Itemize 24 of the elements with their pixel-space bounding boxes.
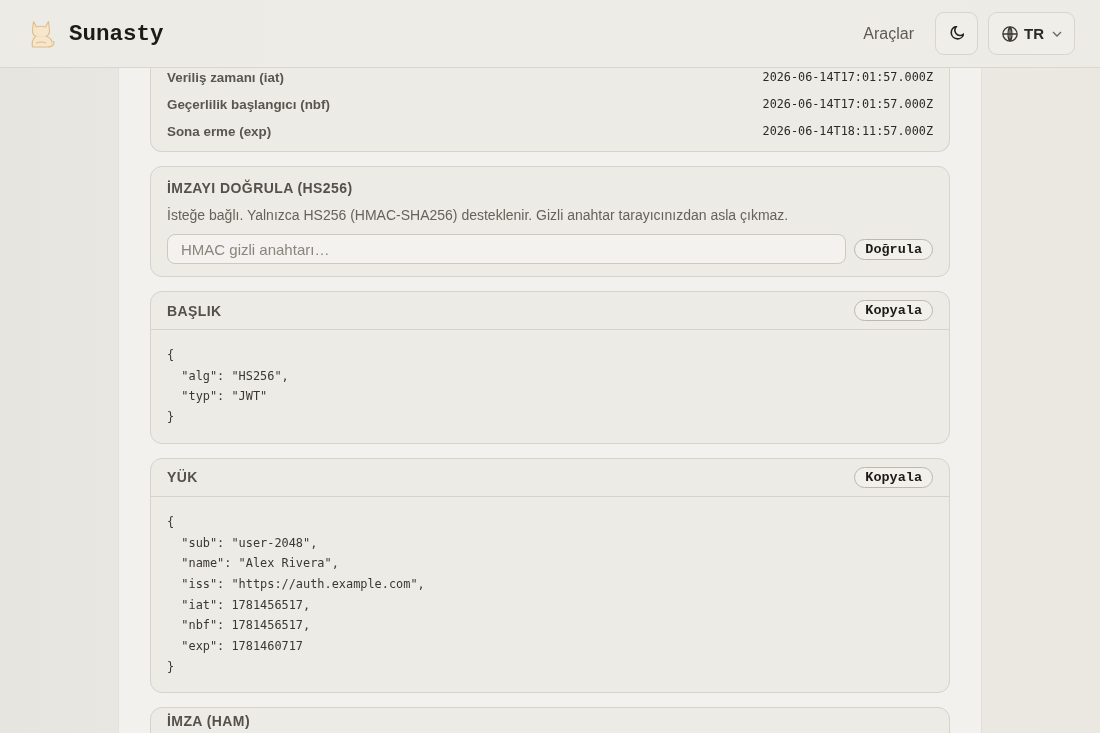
verify-button[interactable]: Doğrula	[854, 238, 933, 260]
claim-label: Geçerlilik başlangıcı (nbf)	[167, 96, 330, 112]
secret-input[interactable]: HMAC gizli anahtarı…	[167, 234, 847, 264]
copy-button[interactable]: Kopyala	[854, 466, 933, 488]
claim-value: 2026-06-14T17:01:57.000Z	[762, 97, 933, 111]
moon-icon	[949, 26, 964, 41]
section-title: BAŞLIK	[167, 301, 222, 320]
claim-label: Sona erme (exp)	[167, 123, 272, 139]
chevron-down-icon	[1052, 30, 1062, 37]
claim-value: 2026-06-14T17:01:57.000Z	[762, 70, 933, 84]
theme-button[interactable]	[935, 12, 978, 55]
brand-name: Sunasty	[69, 20, 164, 47]
section-title: İMZA (HAM)	[167, 714, 250, 730]
json-code-text: { "sub": "user-2048", "name": "Alex Rivera", "iss": "https://auth.example.com", "iat": 1781456517, "nbf": 1781456517, "exp": 1781460717 }	[167, 513, 425, 676]
claim-value: 2026-06-14T18:11:57.000Z	[762, 124, 933, 138]
copy-button[interactable]: Kopyala	[854, 300, 933, 321]
claim-label: Veriliş zamanı (iat)	[167, 69, 284, 85]
nav-link[interactable]: Araçlar	[863, 24, 914, 43]
section-title: YÜK	[167, 468, 198, 487]
description-text: İsteğe bağlı. Yalnızca HS256 (HMAC-SHA256) desteklenir. Gizli anahtar tarayıcınızdan asla çıkmaz.	[167, 206, 789, 224]
json-code-text: { "alg": "HS256", "typ": "JWT" }	[167, 347, 289, 427]
language-button[interactable]: TR	[988, 12, 1075, 55]
section-title: İMZAYI DOĞRULA (HS256)	[167, 179, 353, 197]
globe-icon	[1002, 25, 1018, 42]
